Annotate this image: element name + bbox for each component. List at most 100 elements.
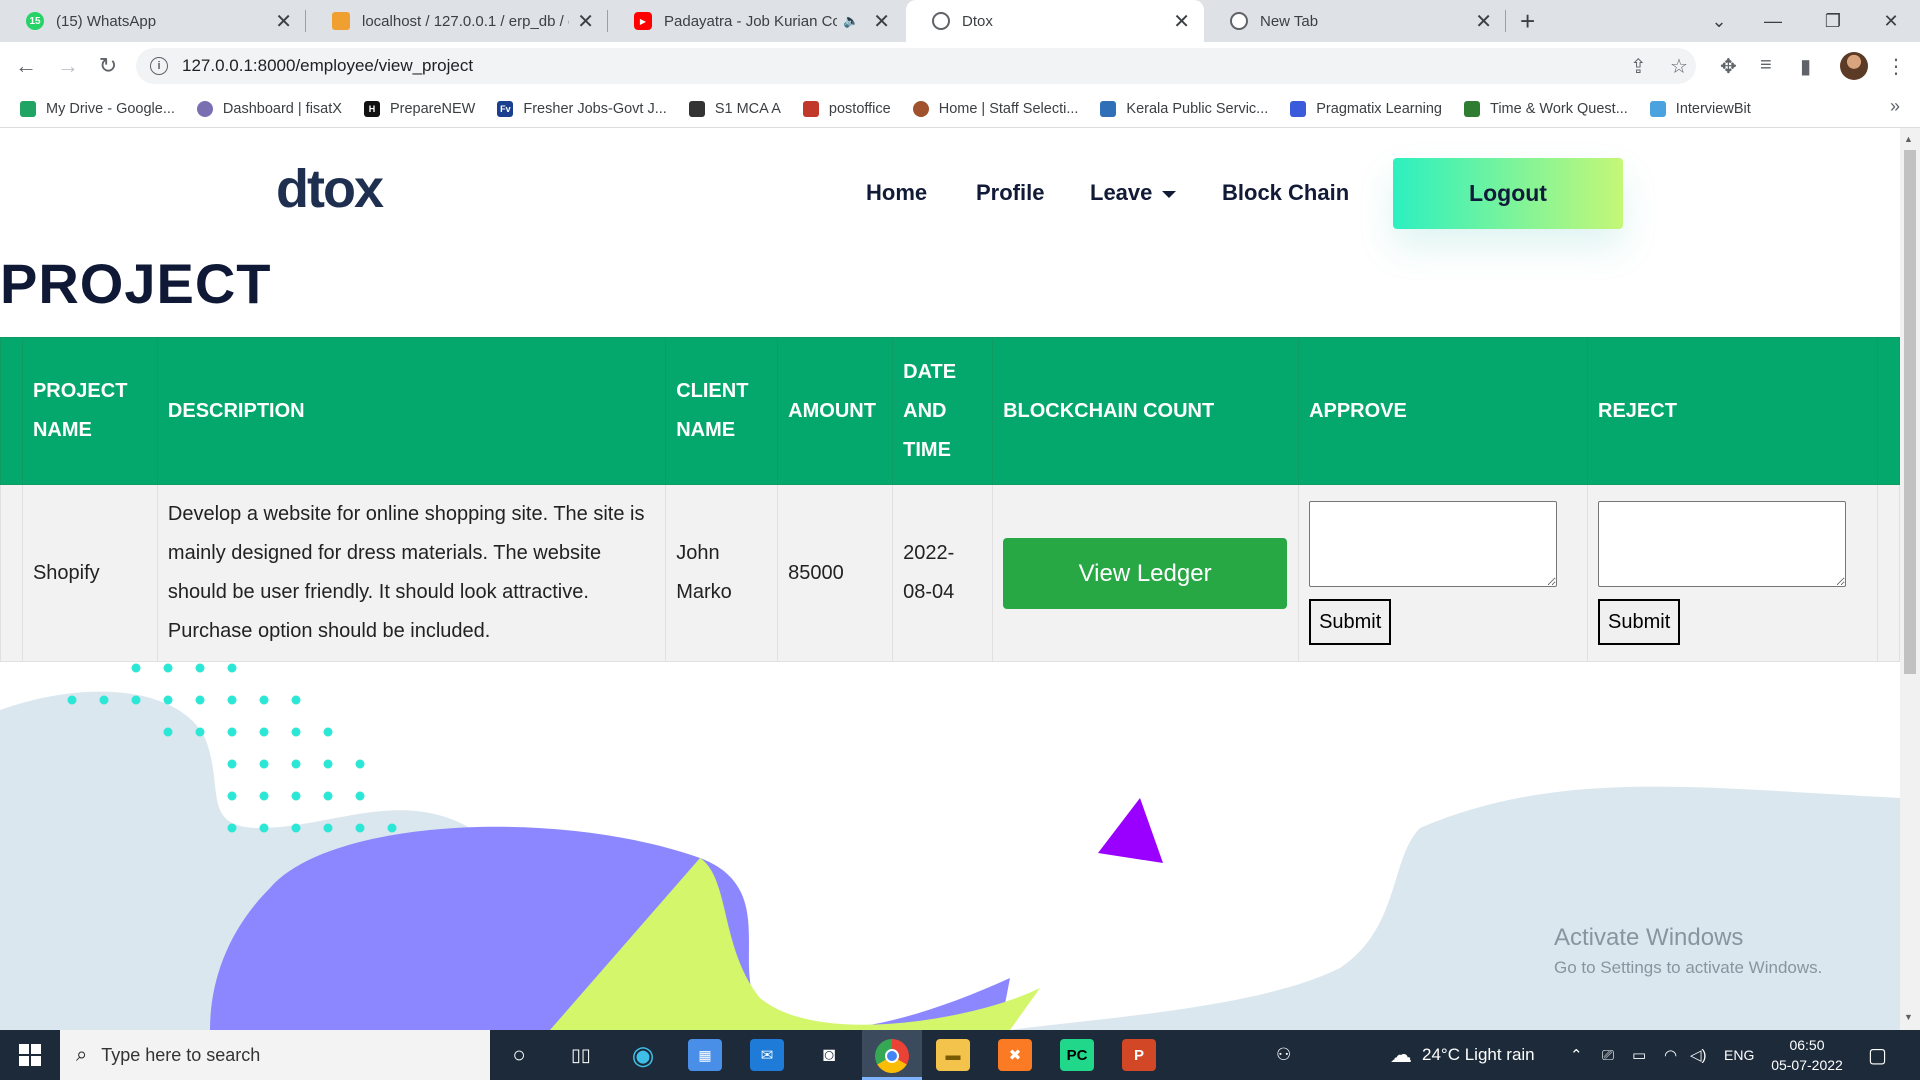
restore-button[interactable]: ❐ [1804, 0, 1862, 42]
taskbar-clock[interactable]: 06:50 05-07-2022 [1762, 1035, 1852, 1075]
battery-icon[interactable]: ▭ [1632, 1030, 1646, 1080]
google-drive-icon [20, 100, 36, 117]
chevron-right-icon[interactable]: » [1890, 96, 1900, 117]
site-logo[interactable]: dtox [276, 158, 384, 220]
browser-tab-strip: 15 (15) WhatsApp ✕ localhost / 127.0.0.1… [0, 0, 1920, 42]
scroll-down-icon[interactable]: ▼ [1904, 1012, 1913, 1022]
view-ledger-button[interactable]: View Ledger [1003, 537, 1288, 609]
wifi-icon[interactable]: ◠ [1664, 1030, 1677, 1080]
nav-home[interactable]: Home [866, 180, 927, 206]
bookmark-star-icon[interactable]: ☆ [1670, 54, 1688, 79]
file-explorer-icon[interactable]: ▬ [936, 1039, 970, 1071]
taskbar-search-box[interactable]: ⌕ Type here to search [60, 1030, 490, 1080]
tab-dtox[interactable]: Dtox ✕ [906, 0, 1204, 42]
approve-textarea[interactable] [1309, 501, 1558, 587]
tab-search-icon[interactable]: ⌄ [1690, 0, 1748, 42]
tab-whatsapp[interactable]: 15 (15) WhatsApp ✕ [0, 0, 306, 42]
bookmark-item[interactable]: Fv Fresher Jobs-Govt J... [497, 100, 667, 117]
freshersvoice-icon: Fv [497, 100, 514, 117]
store-icon[interactable]: ▦ [688, 1039, 722, 1071]
bookmark-item[interactable]: Pragmatix Learning [1290, 100, 1442, 117]
tab-phpmyadmin[interactable]: localhost / 127.0.0.1 / erp_db / er ✕ [306, 0, 608, 42]
whatsapp-icon: 15 [26, 12, 44, 30]
approve-submit-button[interactable]: Submit [1309, 599, 1392, 645]
bookmark-item[interactable]: S1 MCA A [688, 100, 781, 117]
watermark-subtitle: Go to Settings to activate Windows. [1554, 958, 1823, 977]
start-button[interactable] [0, 1030, 60, 1080]
close-icon[interactable]: ✕ [275, 9, 292, 34]
language-indicator[interactable]: ENG [1724, 1030, 1754, 1080]
nav-leave-label: Leave [1090, 180, 1153, 205]
logout-button[interactable]: Logout [1393, 158, 1623, 229]
notification-icon[interactable]: ▢ [1868, 1030, 1887, 1080]
close-icon[interactable]: ✕ [1173, 9, 1190, 34]
volume-icon[interactable]: ◁) [1690, 1030, 1707, 1080]
mail-icon[interactable]: ✉ [750, 1039, 784, 1071]
menu-kebab-icon[interactable]: ⋮ [1886, 54, 1906, 79]
scroll-up-icon[interactable]: ▲ [1904, 134, 1913, 144]
tab-youtube[interactable]: ▶ Padayatra - Job Kurian Collec 🔈 ✕ [608, 0, 904, 42]
page-viewport: dtox Home Profile Leave Block Chain Logo… [0, 128, 1900, 1030]
tab-new-tab[interactable]: New Tab ✕ [1204, 0, 1506, 42]
edge-icon[interactable]: ◉ [626, 1039, 660, 1071]
phpmyadmin-icon [332, 12, 350, 30]
close-icon[interactable]: ✕ [1475, 9, 1492, 34]
header-project-name: PROJECT NAME [21, 337, 158, 485]
new-tab-button[interactable]: + [1520, 6, 1535, 37]
kerala-psc-icon [1100, 100, 1117, 117]
bookmark-item[interactable]: H PrepareNEW [363, 100, 475, 117]
bookmark-item[interactable]: Kerala Public Servic... [1100, 100, 1268, 117]
site-info-icon[interactable]: i [150, 57, 168, 75]
powerpoint-icon[interactable]: P [1122, 1039, 1156, 1071]
cell-approve: Submit [1298, 484, 1589, 662]
search-placeholder: Type here to search [101, 1044, 261, 1065]
close-icon[interactable]: ✕ [873, 9, 890, 34]
profile-avatar[interactable] [1840, 52, 1868, 80]
reload-button[interactable]: ↻ [92, 50, 124, 82]
table-header-row: PROJECT NAME DESCRIPTION CLIENT NAME AMO… [0, 337, 1900, 485]
weather-widget[interactable]: ☁ 24°C Light rain [1390, 1030, 1535, 1080]
task-view-icon[interactable]: ▯▯ [564, 1039, 598, 1071]
minimize-button[interactable]: — [1744, 0, 1802, 42]
chevron-up-icon[interactable]: ⌃ [1570, 1030, 1583, 1080]
bookmark-item[interactable]: InterviewBit [1649, 100, 1751, 117]
nav-block-chain[interactable]: Block Chain [1222, 180, 1349, 206]
tab-label: (15) WhatsApp [56, 12, 157, 30]
camera-icon[interactable]: ◙ [812, 1039, 846, 1071]
media-control-icon[interactable]: ≡ [1760, 54, 1772, 77]
speaker-icon[interactable]: 🔈 [843, 13, 859, 29]
project-table: PROJECT NAME DESCRIPTION CLIENT NAME AMO… [0, 337, 1900, 662]
chrome-icon [875, 1039, 909, 1073]
interviewbit-icon [1649, 100, 1666, 117]
xampp-icon[interactable]: ✖ [998, 1039, 1032, 1071]
tab-label: localhost / 127.0.0.1 / erp_db / er [362, 12, 570, 30]
forward-button[interactable]: → [52, 50, 84, 82]
nav-leave-dropdown[interactable]: Leave [1090, 180, 1177, 206]
network-device-icon[interactable]: ⎚ [1602, 1030, 1614, 1080]
close-icon[interactable]: ✕ [577, 9, 594, 34]
bookmark-item[interactable]: Home | Staff Selecti... [912, 100, 1078, 117]
reject-textarea[interactable] [1598, 501, 1847, 587]
chrome-icon [1230, 12, 1248, 30]
bookmark-label: S1 MCA A [714, 100, 781, 117]
page-scrollbar[interactable]: ▲ ▼ [1900, 128, 1920, 1030]
header-blockchain-count: BLOCKCHAIN COUNT [992, 337, 1300, 485]
nav-profile[interactable]: Profile [976, 180, 1044, 206]
address-bar[interactable]: i 127.0.0.1:8000/employee/view_project [136, 48, 1696, 84]
side-panel-icon[interactable]: ▮ [1800, 54, 1811, 79]
bookmark-item[interactable]: Dashboard | fisatX [196, 100, 342, 117]
back-button[interactable]: ← [10, 50, 42, 82]
close-window-button[interactable]: ✕ [1862, 0, 1920, 42]
reject-submit-button[interactable]: Submit [1598, 599, 1681, 645]
people-icon[interactable]: ⚇ [1276, 1030, 1291, 1080]
clock-time: 06:50 [1789, 1037, 1825, 1053]
bookmark-item[interactable]: My Drive - Google... [20, 100, 175, 117]
chrome-taskbar-button[interactable] [862, 1030, 922, 1080]
bookmark-item[interactable]: Time & Work Quest... [1464, 100, 1628, 117]
extensions-icon[interactable]: ✥ [1720, 54, 1737, 79]
pycharm-icon[interactable]: PC [1060, 1039, 1094, 1071]
cortana-icon[interactable]: ○ [502, 1039, 536, 1071]
share-icon[interactable]: ⇪ [1630, 54, 1647, 79]
bookmark-item[interactable]: postoffice [802, 100, 891, 117]
scrollbar-thumb[interactable] [1904, 150, 1916, 674]
